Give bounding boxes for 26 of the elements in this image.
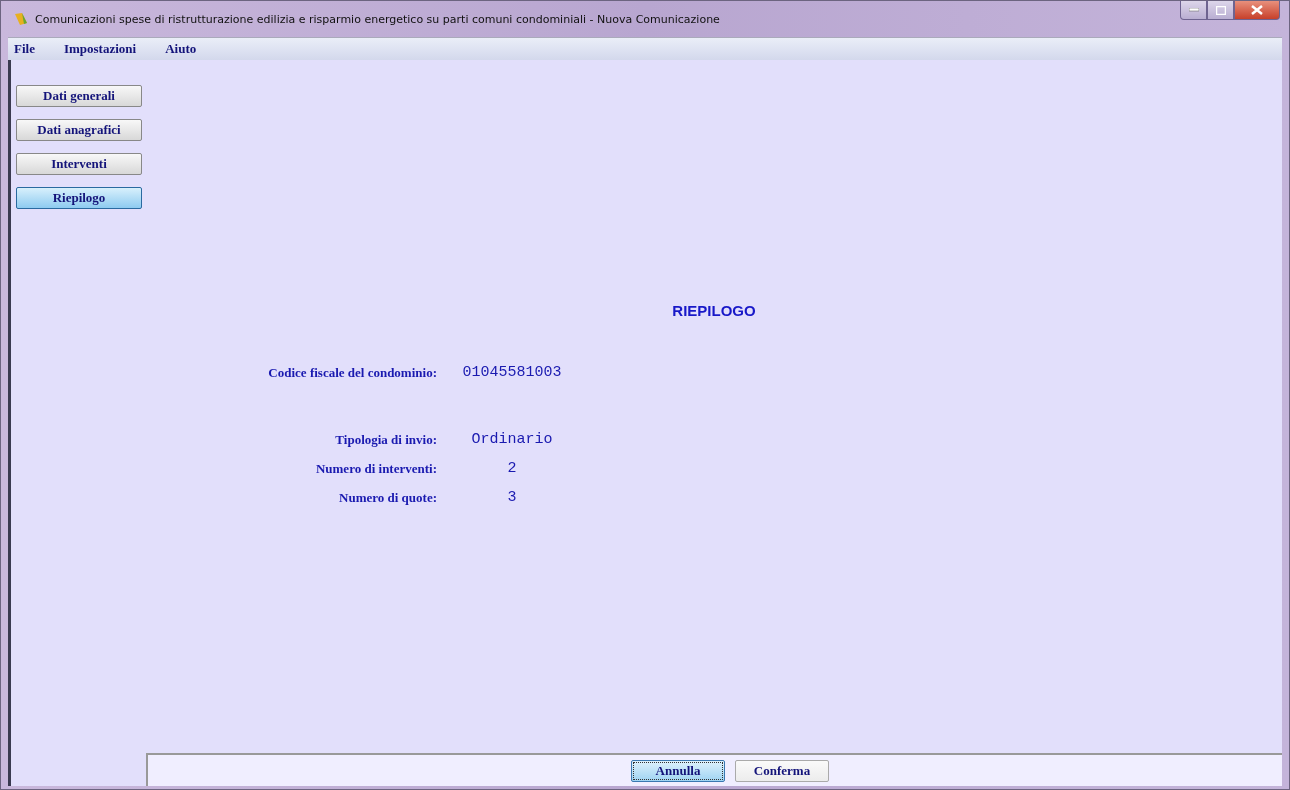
field-value: Ordinario <box>470 431 554 448</box>
nav-button[interactable]: Riepilogo <box>16 187 142 209</box>
field-value: 2 <box>506 460 518 477</box>
maximize-button[interactable] <box>1207 1 1234 20</box>
field-label: Numero di quote: <box>338 489 437 506</box>
minimize-icon <box>1188 8 1199 12</box>
field-label: Numero di interventi: <box>314 460 437 477</box>
maximize-icon <box>1215 5 1226 15</box>
menu-item[interactable]: File <box>12 41 37 57</box>
nav-button[interactable]: Interventi <box>16 153 142 175</box>
minimize-button[interactable] <box>1180 1 1207 20</box>
menu-item[interactable]: Aiuto <box>163 41 199 57</box>
menu-item[interactable]: Impostazioni <box>61 41 139 57</box>
close-button[interactable] <box>1234 1 1280 20</box>
app-icon <box>13 11 29 27</box>
nav-button[interactable]: Dati anagrafici <box>16 119 142 141</box>
nav-button[interactable]: Dati generali <box>16 85 142 107</box>
dialog-button[interactable]: Conferma <box>735 759 829 782</box>
section-heading: RIEPILOGO <box>671 302 757 319</box>
field-value: 01045581003 <box>461 364 563 381</box>
window-title: Comunicazioni spese di ristrutturazione edilizia e risparmio energetico su parti comuni condominiali - Nuova Comunicazione <box>35 12 720 26</box>
dialog-button[interactable]: Annulla <box>631 759 725 782</box>
field-label: Codice fiscale del condominio: <box>267 364 437 381</box>
field-value: 3 <box>506 489 518 506</box>
field-label: Tipologia di invio: <box>334 431 437 448</box>
close-icon <box>1251 5 1263 15</box>
